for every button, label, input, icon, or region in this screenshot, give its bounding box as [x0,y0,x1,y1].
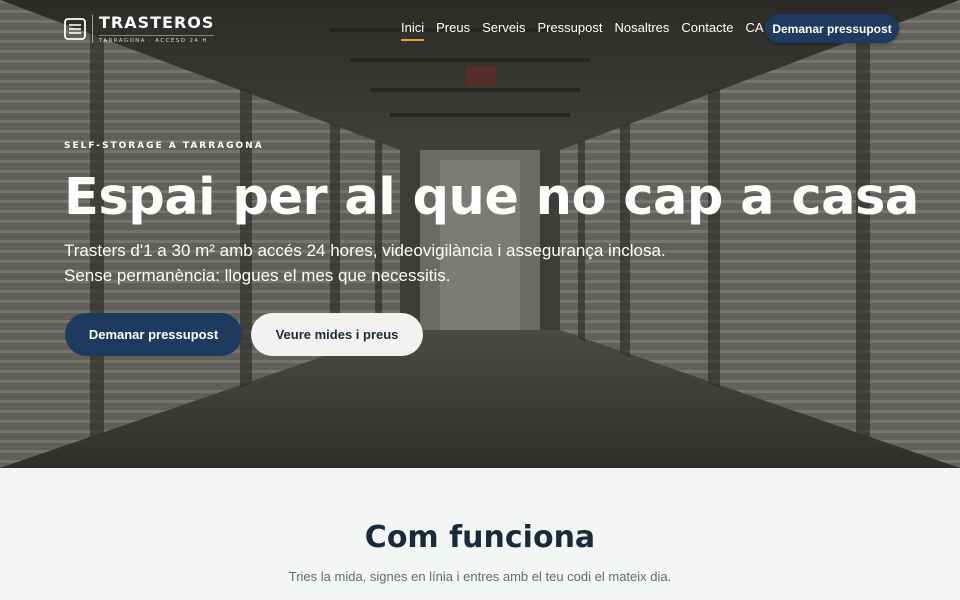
hero-overlay [0,0,960,468]
nav-item-nosaltres[interactable]: Nosaltres [615,20,670,35]
hero-sizes-prices-button[interactable]: Veure mides i preus [251,313,423,356]
section-title: Com funciona [364,520,596,555]
hero-quote-button[interactable]: Demanar pressupost [65,313,242,356]
storage-unit-icon [64,18,86,40]
logo-name: TRASTEROS [99,13,215,32]
hero-subtitle-line-1: Trasters d'1 a 30 m² amb accés 24 hores,… [64,241,666,260]
site-logo[interactable]: TRASTEROS TARRAGONA · ACCESO 24 H [64,13,215,44]
site-header: TRASTEROS TARRAGONA · ACCESO 24 H Inici … [0,0,960,60]
main-nav: Inici Preus Serveis Pressupost Nosaltres… [401,20,785,41]
nav-item-serveis[interactable]: Serveis [482,20,525,35]
hero-headline: Espai per al que no cap a casa [64,168,919,227]
how-it-works-section: Com funciona Tries la mida, signes en lí… [0,468,960,600]
language-label: CA [745,20,764,35]
logo-divider [92,15,93,43]
hero-eyebrow: SELF-STORAGE A TARRAGONA [64,141,264,151]
logo-tagline: TARRAGONA · ACCESO 24 H [99,35,215,44]
hero-section: TRASTEROS TARRAGONA · ACCESO 24 H Inici … [0,0,960,468]
hero-subtitle-line-2: Sense permanència: llogues el mes que ne… [64,266,451,285]
nav-item-pressupost[interactable]: Pressupost [537,20,602,35]
section-subtitle: Tries la mida, signes en línia i entres … [288,569,672,584]
header-quote-button[interactable]: Demanar pressupost [765,14,899,43]
nav-item-preus[interactable]: Preus [436,20,470,35]
nav-item-inici[interactable]: Inici [401,20,425,41]
nav-item-contacte[interactable]: Contacte [681,20,733,35]
